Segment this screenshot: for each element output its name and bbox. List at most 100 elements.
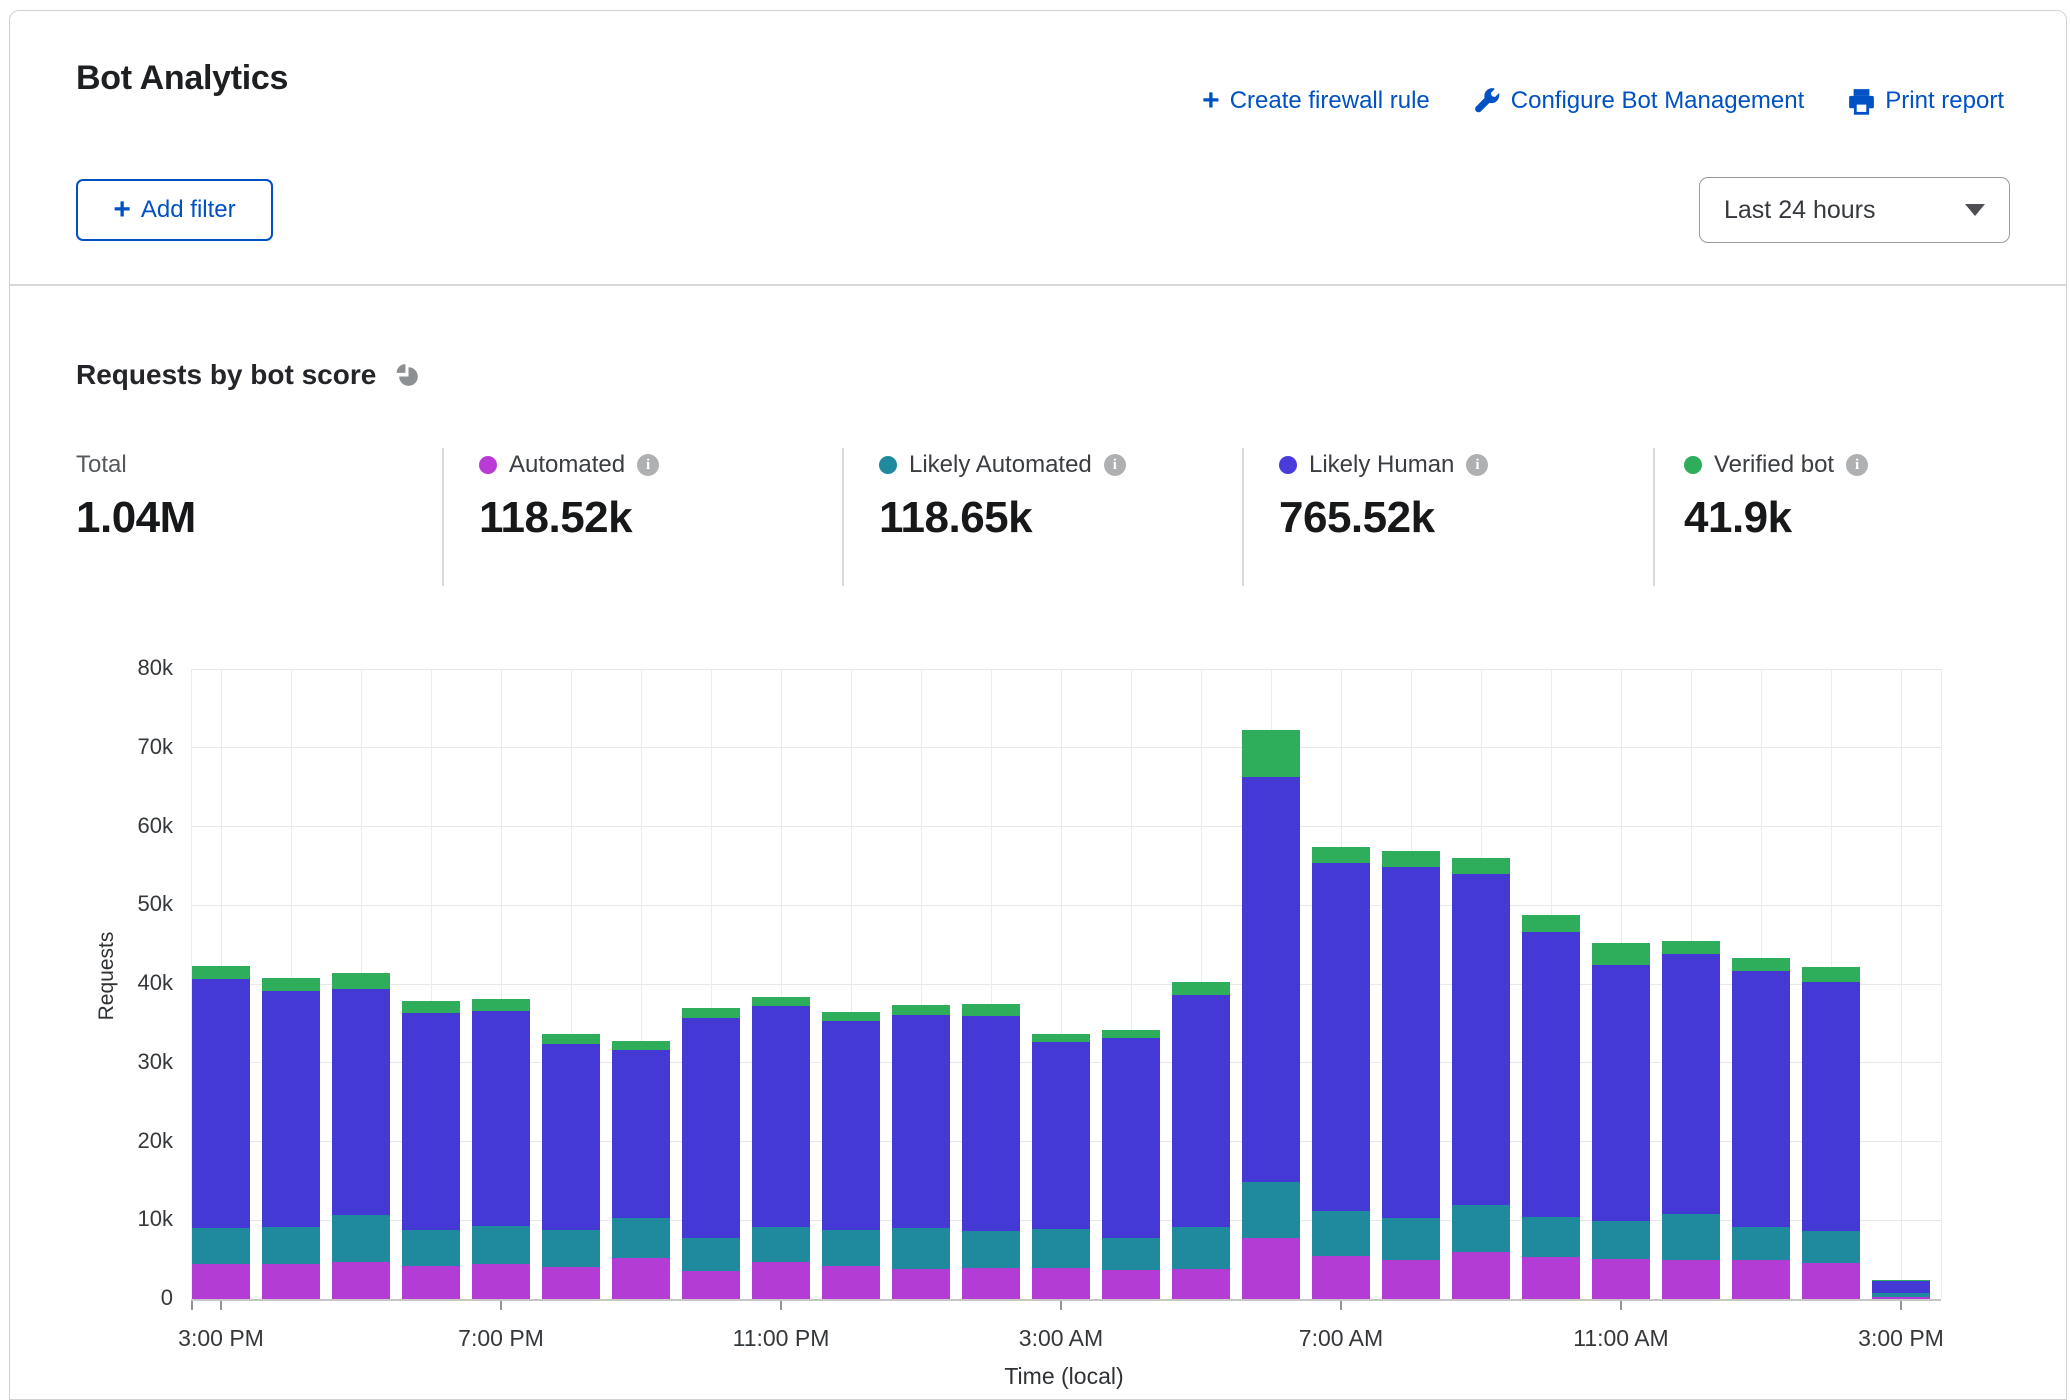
bar-segment-likely-automated[interactable] xyxy=(332,1215,390,1262)
bar-segment-automated[interactable] xyxy=(1802,1263,1860,1299)
bar-segment-likely-human[interactable] xyxy=(472,1011,530,1226)
bar-segment-likely-human[interactable] xyxy=(892,1015,950,1228)
bar-segment-verified-bot[interactable] xyxy=(962,1004,1020,1016)
bar-segment-likely-human[interactable] xyxy=(1102,1038,1160,1239)
bar-segment-verified-bot[interactable] xyxy=(402,1001,460,1014)
bar-segment-automated[interactable] xyxy=(682,1271,740,1299)
bar-segment-verified-bot[interactable] xyxy=(192,966,250,979)
bar-segment-automated[interactable] xyxy=(472,1264,530,1299)
bar-segment-likely-automated[interactable] xyxy=(1522,1217,1580,1257)
bar-segment-verified-bot[interactable] xyxy=(822,1012,880,1021)
bar-segment-likely-automated[interactable] xyxy=(1732,1227,1790,1260)
bar-segment-likely-human[interactable] xyxy=(1802,982,1860,1232)
bar-segment-automated[interactable] xyxy=(822,1266,880,1299)
bar-segment-automated[interactable] xyxy=(1312,1256,1370,1299)
print-report-link[interactable]: Print report xyxy=(1848,87,2004,115)
bar-segment-automated[interactable] xyxy=(1382,1260,1440,1299)
bar-segment-verified-bot[interactable] xyxy=(1592,943,1650,965)
info-icon[interactable]: i xyxy=(1466,454,1488,476)
bar-segment-automated[interactable] xyxy=(1102,1270,1160,1299)
bar-segment-likely-human[interactable] xyxy=(752,1006,810,1227)
bar-segment-verified-bot[interactable] xyxy=(262,978,320,991)
time-range-dropdown[interactable]: Last 24 hours xyxy=(1699,177,2010,243)
bar-segment-verified-bot[interactable] xyxy=(1242,730,1300,777)
bar-segment-likely-human[interactable] xyxy=(1172,995,1230,1227)
bar-segment-likely-human[interactable] xyxy=(192,979,250,1228)
bar-segment-likely-human[interactable] xyxy=(962,1016,1020,1231)
bar-segment-likely-automated[interactable] xyxy=(1452,1205,1510,1251)
bar-segment-automated[interactable] xyxy=(1242,1238,1300,1299)
bar-segment-automated[interactable] xyxy=(402,1266,460,1299)
bar-segment-verified-bot[interactable] xyxy=(682,1008,740,1018)
bar-segment-verified-bot[interactable] xyxy=(1032,1034,1090,1042)
bar-segment-likely-human[interactable] xyxy=(1662,954,1720,1214)
bar-segment-likely-human[interactable] xyxy=(1592,965,1650,1221)
bar-segment-likely-human[interactable] xyxy=(1522,932,1580,1217)
bar-segment-verified-bot[interactable] xyxy=(1872,1280,1930,1281)
bar-segment-likely-automated[interactable] xyxy=(402,1230,460,1266)
info-icon[interactable]: i xyxy=(1846,454,1868,476)
bar-segment-likely-human[interactable] xyxy=(262,991,320,1227)
bar-segment-likely-human[interactable] xyxy=(332,989,390,1215)
bar-segment-likely-automated[interactable] xyxy=(192,1228,250,1264)
bar-segment-verified-bot[interactable] xyxy=(752,997,810,1006)
bar-segment-verified-bot[interactable] xyxy=(1172,982,1230,995)
bar-segment-likely-automated[interactable] xyxy=(752,1227,810,1262)
add-filter-button[interactable]: + Add filter xyxy=(76,179,273,241)
bar-segment-likely-automated[interactable] xyxy=(1802,1231,1860,1263)
bar-segment-automated[interactable] xyxy=(892,1269,950,1299)
bar-segment-verified-bot[interactable] xyxy=(1102,1030,1160,1038)
bar-segment-automated[interactable] xyxy=(962,1268,1020,1299)
bar-segment-likely-automated[interactable] xyxy=(892,1228,950,1269)
bar-segment-likely-automated[interactable] xyxy=(542,1230,600,1267)
bar-segment-verified-bot[interactable] xyxy=(332,973,390,989)
bar-segment-likely-automated[interactable] xyxy=(962,1231,1020,1268)
bar-segment-automated[interactable] xyxy=(1732,1260,1790,1299)
bar-segment-automated[interactable] xyxy=(1592,1259,1650,1299)
bar-segment-likely-human[interactable] xyxy=(1452,874,1510,1206)
bar-segment-likely-human[interactable] xyxy=(1242,777,1300,1182)
info-icon[interactable]: i xyxy=(1104,454,1126,476)
configure-bot-management-link[interactable]: Configure Bot Management xyxy=(1474,87,1805,115)
bar-segment-likely-automated[interactable] xyxy=(612,1218,670,1258)
bar-segment-automated[interactable] xyxy=(1522,1257,1580,1299)
bar-segment-verified-bot[interactable] xyxy=(1382,851,1440,868)
bar-segment-likely-automated[interactable] xyxy=(1172,1227,1230,1270)
bar-segment-automated[interactable] xyxy=(1452,1252,1510,1299)
bar-segment-likely-human[interactable] xyxy=(682,1018,740,1239)
bar-segment-verified-bot[interactable] xyxy=(1662,941,1720,954)
bar-segment-automated[interactable] xyxy=(1032,1268,1090,1299)
bar-segment-likely-automated[interactable] xyxy=(472,1226,530,1265)
bar-segment-verified-bot[interactable] xyxy=(472,999,530,1011)
bar-segment-automated[interactable] xyxy=(1172,1269,1230,1299)
bar-segment-automated[interactable] xyxy=(1662,1260,1720,1299)
bar-segment-verified-bot[interactable] xyxy=(1802,967,1860,982)
bar-segment-likely-human[interactable] xyxy=(1732,971,1790,1228)
bar-segment-automated[interactable] xyxy=(542,1267,600,1299)
bar-segment-likely-human[interactable] xyxy=(612,1050,670,1218)
bar-segment-likely-automated[interactable] xyxy=(682,1238,740,1271)
bar-segment-verified-bot[interactable] xyxy=(892,1005,950,1014)
bar-segment-likely-automated[interactable] xyxy=(1312,1211,1370,1257)
bar-segment-likely-human[interactable] xyxy=(1872,1281,1930,1294)
bar-segment-automated[interactable] xyxy=(612,1258,670,1299)
bar-segment-likely-automated[interactable] xyxy=(1102,1238,1160,1270)
bar-segment-verified-bot[interactable] xyxy=(1312,847,1370,863)
bar-segment-likely-automated[interactable] xyxy=(1382,1218,1440,1260)
bar-segment-automated[interactable] xyxy=(332,1262,390,1299)
bar-segment-likely-human[interactable] xyxy=(1312,863,1370,1211)
bar-segment-likely-human[interactable] xyxy=(822,1021,880,1230)
bar-segment-verified-bot[interactable] xyxy=(542,1034,600,1044)
bar-segment-likely-automated[interactable] xyxy=(1242,1182,1300,1238)
create-firewall-rule-link[interactable]: + Create firewall rule xyxy=(1202,87,1430,115)
bar-segment-verified-bot[interactable] xyxy=(1732,958,1790,971)
info-icon[interactable]: i xyxy=(637,454,659,476)
bar-segment-likely-automated[interactable] xyxy=(262,1227,320,1263)
bar-segment-likely-human[interactable] xyxy=(402,1013,460,1230)
bar-segment-likely-human[interactable] xyxy=(1382,867,1440,1217)
bar-segment-automated[interactable] xyxy=(262,1264,320,1299)
bar-segment-automated[interactable] xyxy=(192,1264,250,1299)
bar-segment-likely-human[interactable] xyxy=(1032,1042,1090,1229)
bar-segment-verified-bot[interactable] xyxy=(612,1041,670,1050)
bar-segment-likely-automated[interactable] xyxy=(1592,1221,1650,1259)
